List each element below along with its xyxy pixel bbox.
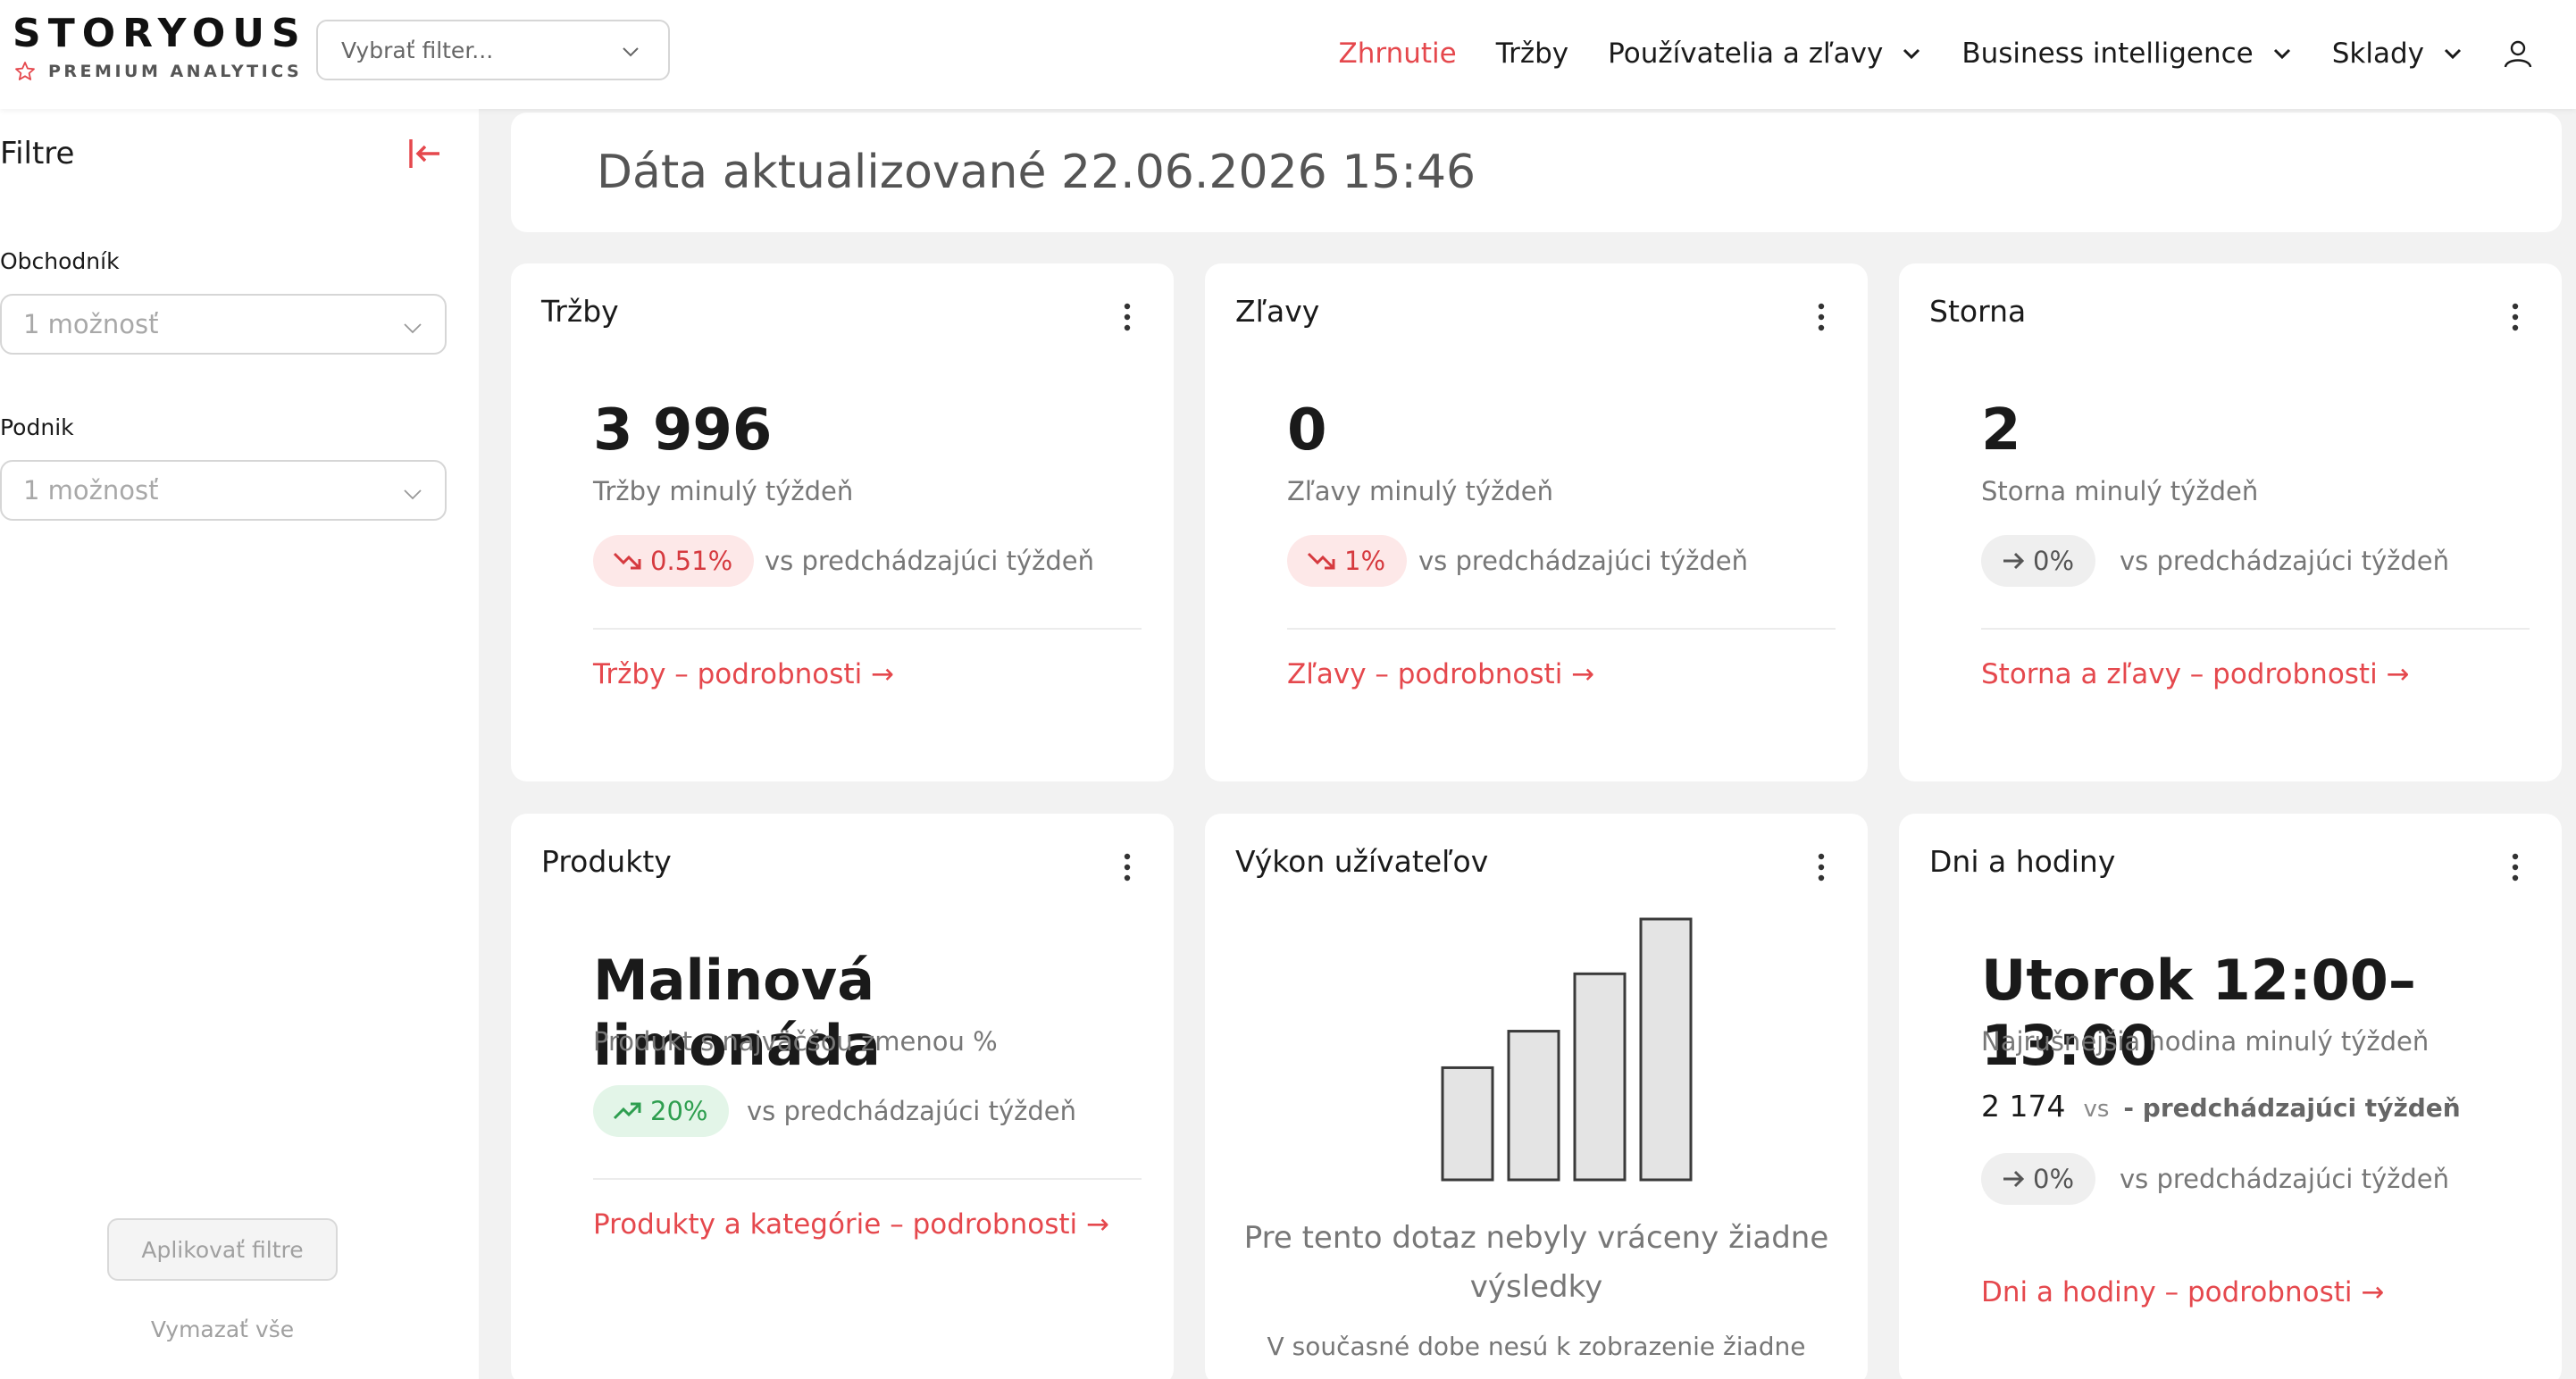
card-title: Dni a hodiny <box>1929 844 2116 879</box>
star-icon <box>15 62 35 80</box>
chevron-down-icon <box>1903 48 1920 60</box>
apply-filters-button[interactable]: Aplikovať filtre <box>107 1218 338 1281</box>
busiest-hour-count: 2 174 <box>1981 1089 2066 1124</box>
data-updated-text: Dáta aktualizované 22.06.2026 15:46 <box>597 146 1476 199</box>
change-badge: 20% <box>593 1085 730 1137</box>
divider <box>1287 628 1836 630</box>
nav-item-revenue[interactable]: Tržby <box>1496 38 1568 70</box>
card-subtitle: Storna minulý týždeň <box>1981 476 2259 506</box>
chevron-down-icon <box>623 47 639 57</box>
empty-state-text: V současné dobe nesú k zobrazenie žiadne <box>1267 1332 1806 1361</box>
products-card: Produkty Malinová limonáda Produkt s naj… <box>511 814 1174 1379</box>
empty-chart-illustration <box>1441 917 1693 1182</box>
merchant-select[interactable]: 1 možnosť <box>0 294 447 355</box>
chevron-down-icon <box>2444 48 2462 60</box>
placeholder-bar <box>1507 1030 1560 1182</box>
more-vertical-icon[interactable] <box>1818 853 1825 882</box>
filter-select[interactable]: Vybrať filter... <box>316 20 670 80</box>
comparison-text: vs predchádzajúci týždeň <box>1418 546 1748 576</box>
brand-name: STORYOUS <box>13 11 307 56</box>
cancellations-card: Storna 2 Storna minulý týždeň 0% vs pred… <box>1899 263 2562 781</box>
top-header: STORYOUS PREMIUM ANALYTICS Vybrať filter… <box>0 0 2576 109</box>
discounts-card: Zľavy 0 Zľavy minulý týždeň 1% vs predch… <box>1205 263 1868 781</box>
empty-state-title: Pre tento dotaz nebyly vráceny žiadne vý… <box>1243 1220 1829 1305</box>
nav-item-business-intelligence[interactable]: Business intelligence <box>1961 38 2292 70</box>
divider <box>593 1178 1142 1180</box>
change-badge: 1% <box>1287 535 1408 587</box>
card-title: Produkty <box>541 844 672 879</box>
card-title: Výkon užívateľov <box>1235 844 1489 879</box>
card-value: Utorok 12:00–13:00 <box>1981 948 2416 1078</box>
card-value: Malinová limonáda <box>593 948 881 1078</box>
card-title: Zľavy <box>1235 294 1320 329</box>
clear-all-link[interactable]: Vymazať vše <box>107 1316 338 1342</box>
more-vertical-icon[interactable] <box>2512 853 2519 882</box>
count-vs: vs <box>2083 1096 2110 1123</box>
nav-item-users-discounts[interactable]: Používatelia a zľavy <box>1608 38 1922 70</box>
sidebar-title: Filtre <box>0 136 75 171</box>
data-updated-banner: Dáta aktualizované 22.06.2026 15:46 <box>511 113 2562 232</box>
placeholder-bar <box>1639 917 1693 1182</box>
more-vertical-icon[interactable] <box>2512 303 2519 331</box>
revenue-details-link[interactable]: Tržby – podrobnosti → <box>593 658 894 690</box>
card-value: 3 996 <box>593 397 773 464</box>
card-subtitle: Najrušnejšia hodina minulý týždeň <box>1981 1026 2430 1057</box>
trending-down-icon <box>1307 552 1335 570</box>
arrow-right-icon <box>2003 552 2025 570</box>
nav-item-summary[interactable]: Zhrnutie <box>1339 38 1457 70</box>
comparison-text: vs predchádzajúci týždeň <box>765 546 1094 576</box>
venue-label: Podnik <box>0 414 74 440</box>
change-badge: 0% <box>1981 1153 2096 1205</box>
card-value: 0 <box>1287 397 1327 464</box>
collapse-left-icon[interactable] <box>407 136 443 171</box>
user-icon[interactable] <box>2503 38 2533 69</box>
comparison-text: vs predchádzajúci týždeň <box>2120 1164 2449 1194</box>
days-hours-card: Dni a hodiny Utorok 12:00–13:00 Najrušne… <box>1899 814 2562 1379</box>
count-previous: - predchádzajúci týždeň <box>2123 1093 2461 1123</box>
change-badge: 0% <box>1981 535 2096 587</box>
comparison-text: vs predchádzajúci týždeň <box>2120 546 2449 576</box>
trending-up-icon <box>613 1102 641 1120</box>
brand-logo[interactable]: STORYOUS PREMIUM ANALYTICS <box>13 13 307 82</box>
busiest-hour-count-row: 2 174 vs - predchádzajúci týždeň <box>1981 1089 2461 1124</box>
card-value: 2 <box>1981 397 2021 464</box>
chevron-down-icon <box>404 323 422 334</box>
user-performance-card: Výkon užívateľov Pre tento dotaz nebyly … <box>1205 814 1868 1379</box>
days-hours-details-link[interactable]: Dni a hodiny – podrobnosti → <box>1981 1276 2384 1308</box>
cancellations-details-link[interactable]: Storna a zľavy – podrobnosti → <box>1981 658 2410 690</box>
more-vertical-icon[interactable] <box>1124 853 1131 882</box>
venue-select-value: 1 možnosť <box>23 475 159 506</box>
comparison-text: vs predchádzajúci týždeň <box>747 1096 1076 1126</box>
divider <box>593 628 1142 630</box>
filter-sidebar: Filtre Obchodník 1 možnosť Podnik 1 možn… <box>0 109 479 1379</box>
card-subtitle: Produkt s najväčšou zmenou % <box>593 1026 998 1057</box>
placeholder-bar <box>1573 972 1627 1182</box>
main-nav: Zhrnutie Tržby Používatelia a zľavy Busi… <box>1339 27 2576 80</box>
products-details-link[interactable]: Produkty a kategórie – podrobnosti → <box>593 1208 1109 1241</box>
arrow-right-icon <box>2003 1170 2025 1188</box>
chevron-down-icon <box>2273 48 2290 60</box>
discounts-details-link[interactable]: Zľavy – podrobnosti → <box>1287 658 1594 690</box>
revenue-card: Tržby 3 996 Tržby minulý týždeň 0.51% vs… <box>511 263 1174 781</box>
brand-subtitle: PREMIUM ANALYTICS <box>48 62 303 81</box>
card-subtitle: Zľavy minulý týždeň <box>1287 476 1553 506</box>
venue-select[interactable]: 1 možnosť <box>0 460 447 521</box>
placeholder-bar <box>1441 1066 1494 1182</box>
merchant-select-value: 1 možnosť <box>23 309 159 339</box>
merchant-label: Obchodník <box>0 248 120 274</box>
filter-select-placeholder: Vybrať filter... <box>341 37 494 63</box>
card-subtitle: Tržby minulý týždeň <box>593 476 854 506</box>
card-title: Storna <box>1929 294 2027 329</box>
trending-down-icon <box>613 552 641 570</box>
more-vertical-icon[interactable] <box>1818 303 1825 331</box>
more-vertical-icon[interactable] <box>1124 303 1131 331</box>
nav-item-warehouses[interactable]: Sklady <box>2332 38 2463 70</box>
divider <box>1981 628 2530 630</box>
change-badge: 0.51% <box>593 535 755 587</box>
chevron-down-icon <box>404 489 422 500</box>
card-title: Tržby <box>541 294 619 329</box>
